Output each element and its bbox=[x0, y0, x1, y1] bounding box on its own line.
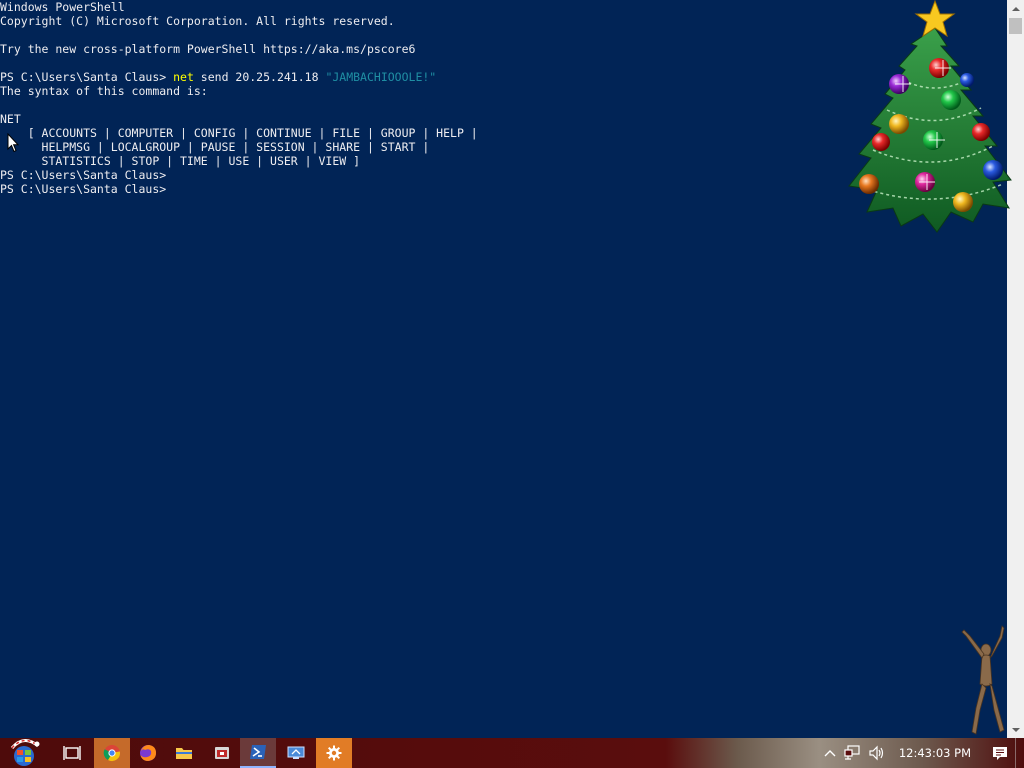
app-button[interactable] bbox=[204, 738, 240, 768]
settings-button[interactable] bbox=[316, 738, 352, 768]
console-line: NET bbox=[0, 112, 21, 126]
chrome-icon bbox=[103, 745, 120, 762]
firefox-button[interactable] bbox=[130, 738, 166, 768]
task-view-button[interactable] bbox=[54, 738, 90, 768]
file-explorer-button[interactable] bbox=[166, 738, 202, 768]
powershell-button[interactable] bbox=[240, 738, 276, 768]
console-line: The syntax of this command is: bbox=[0, 84, 208, 98]
folder-icon bbox=[176, 748, 192, 759]
action-center-button[interactable] bbox=[985, 738, 1015, 768]
chevron-up-icon bbox=[824, 750, 836, 757]
console-line: [ ACCOUNTS | COMPUTER | CONFIG | CONTINU… bbox=[0, 126, 478, 140]
console-string-arg: "JAMBACHIOOOLE!" bbox=[325, 70, 437, 84]
console-prompt: PS C:\Users\Santa Claus> bbox=[0, 70, 174, 84]
console-prompt-line: PS C:\Users\Santa Claus> bbox=[0, 168, 167, 182]
console-command-args: send 20.25.241.18 bbox=[193, 70, 326, 84]
show-desktop-button[interactable] bbox=[1015, 738, 1024, 768]
windows-start-icon bbox=[10, 739, 40, 766]
christmas-tree-icon bbox=[848, 0, 1012, 233]
chrome-button[interactable] bbox=[94, 738, 130, 768]
desktop-screen: Windows PowerShell Copyright (C) Microsof… bbox=[0, 0, 1024, 768]
console-line: Try the new cross-platform PowerShell ht… bbox=[0, 42, 416, 56]
taskbar-clock[interactable]: 12:43:03 PM bbox=[889, 738, 985, 768]
dancing-figure-icon bbox=[961, 625, 1005, 735]
mouse-pointer-icon bbox=[7, 133, 19, 153]
firefox-icon bbox=[140, 745, 156, 761]
volume-icon bbox=[869, 745, 883, 761]
app-icon bbox=[215, 747, 229, 759]
show-hidden-icons-button[interactable] bbox=[819, 738, 841, 768]
console-line: Copyright (C) Microsoft Corporation. All… bbox=[0, 14, 395, 28]
console-command-line: PS C:\Users\Santa Claus> net send 20.25.… bbox=[0, 70, 478, 84]
task-view-icon bbox=[63, 746, 81, 760]
notifications-icon bbox=[993, 747, 1007, 760]
system-tray: 12:43:03 PM bbox=[819, 738, 1024, 768]
network-button[interactable] bbox=[841, 738, 865, 768]
taskbar: 12:43:03 PM bbox=[0, 738, 1024, 768]
scroll-down-icon[interactable] bbox=[1007, 721, 1024, 738]
powershell-icon bbox=[250, 745, 266, 759]
console-line: Windows PowerShell bbox=[0, 0, 125, 14]
console-line: STATISTICS | STOP | TIME | USE | USER | … bbox=[0, 154, 361, 168]
console-output: Windows PowerShell Copyright (C) Microsof… bbox=[0, 0, 478, 196]
console-active-prompt-line[interactable]: PS C:\Users\Santa Claus> bbox=[0, 182, 478, 196]
console-line: HELPMSG | LOCALGROUP | PAUSE | SESSION |… bbox=[0, 140, 430, 154]
start-button[interactable] bbox=[0, 738, 48, 768]
gear-icon bbox=[326, 745, 342, 761]
remote-desktop-button[interactable] bbox=[278, 738, 314, 768]
remote-desktop-icon bbox=[287, 746, 305, 759]
network-icon bbox=[844, 745, 860, 760]
volume-button[interactable] bbox=[865, 738, 889, 768]
console-command: net bbox=[173, 70, 194, 84]
